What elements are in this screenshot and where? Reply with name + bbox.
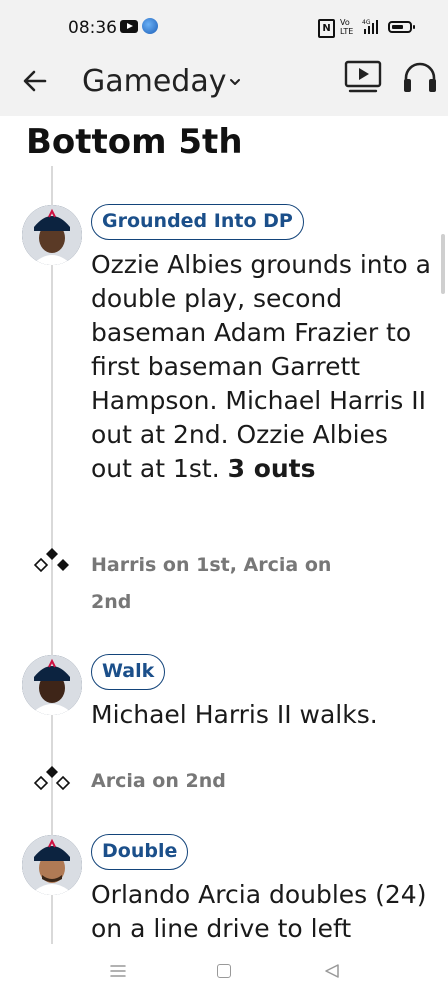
signal-label: 4G	[362, 19, 371, 26]
home-icon[interactable]	[217, 964, 231, 978]
status-bar: 08:36 N Vo LTE 4G	[0, 0, 448, 56]
system-nav-bar	[0, 944, 448, 1000]
app-bar: Gameday	[0, 56, 448, 116]
play-description: Michael Harris II walks.	[91, 698, 431, 732]
signal-4g-icon: 4G	[362, 19, 378, 34]
volte-top-label: Vo	[340, 18, 350, 27]
runners-on-base: Harris on 1st, Arcia on 2nd	[91, 554, 332, 613]
battery-icon	[388, 21, 415, 33]
play-by-play-feed[interactable]: Bottom 5th Grounded Into DP Ozzie Albies…	[0, 116, 448, 960]
bases-diamond-icon	[33, 548, 69, 573]
menu-icon[interactable]	[110, 964, 126, 978]
inning-title: Bottom 5th	[26, 122, 243, 162]
outs-count: 3 outs	[227, 454, 316, 483]
player-avatar[interactable]	[22, 205, 82, 265]
player-avatar[interactable]	[22, 835, 82, 895]
play-description-text: Orlando Arcia doubles (24) on a line dri…	[91, 880, 427, 943]
youtube-icon	[120, 20, 138, 33]
status-time: 08:36	[68, 18, 117, 38]
page-title[interactable]: Gameday	[82, 64, 227, 99]
volte-icon: Vo LTE	[340, 18, 353, 36]
scrollbar[interactable]	[441, 234, 445, 294]
play-result-badge[interactable]: Grounded Into DP	[91, 204, 304, 240]
play-description: Ozzie Albies grounds into a double play,…	[91, 248, 431, 486]
back-triangle-icon[interactable]	[323, 963, 341, 979]
arrow-left-icon[interactable]	[22, 68, 48, 94]
play-result-badge[interactable]: Walk	[91, 654, 166, 690]
tv-play-icon[interactable]	[344, 60, 382, 94]
runners-on-base: Arcia on 2nd	[91, 770, 226, 792]
gameday-screen: 08:36 N Vo LTE 4G Gameday Bottom 5th Gro…	[0, 0, 448, 1000]
play-description-text: Ozzie Albies grounds into a double play,…	[91, 250, 431, 483]
nfc-icon: N	[318, 19, 335, 38]
chevron-down-icon[interactable]	[228, 75, 242, 89]
play-result-badge[interactable]: Double	[91, 834, 189, 870]
app-notification-icon	[142, 18, 158, 34]
play-description: Orlando Arcia doubles (24) on a line dri…	[91, 878, 431, 946]
play-description-text: Michael Harris II walks.	[91, 700, 378, 729]
player-avatar[interactable]	[22, 655, 82, 715]
bases-diamond-icon	[33, 766, 71, 791]
volte-bottom-label: LTE	[340, 27, 354, 36]
headphones-icon[interactable]	[402, 60, 438, 94]
